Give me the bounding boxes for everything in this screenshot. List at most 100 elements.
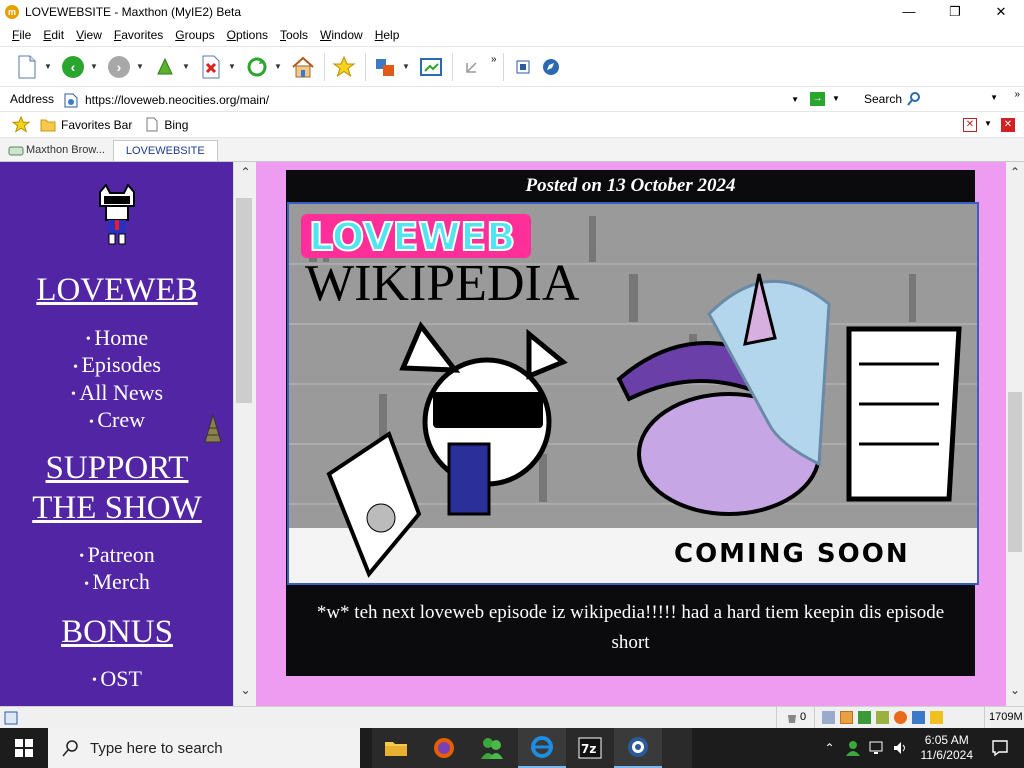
bing-favorite[interactable]: Bing — [146, 117, 188, 132]
screen-capture-icon[interactable] — [418, 54, 444, 80]
safari-compass-icon[interactable] — [538, 54, 564, 80]
page-scrollbar[interactable]: ⌃ ⌄ — [1006, 162, 1024, 706]
up-dropdown-icon[interactable]: ▼ — [180, 62, 192, 71]
taskbar-firefox[interactable] — [420, 728, 468, 768]
menu-view[interactable]: View — [70, 28, 108, 42]
nav-item-episodes[interactable]: Episodes — [0, 352, 234, 379]
page-scroll-up-icon[interactable]: ⌃ — [1006, 162, 1024, 182]
forward-icon[interactable]: › — [106, 54, 132, 80]
volume-icon[interactable] — [893, 741, 909, 755]
pin-arrow-icon[interactable] — [459, 54, 485, 80]
minimize-button[interactable]: — — [886, 0, 932, 23]
page-scroll-down-icon[interactable]: ⌄ — [1006, 680, 1024, 700]
search-field[interactable]: ▼ — [902, 90, 1000, 109]
new-page-dropdown-icon[interactable]: ▼ — [42, 62, 54, 71]
episode-banner-image[interactable]: LOVEWEB WIKIPEDIA COMING SOON — [287, 202, 979, 585]
refresh-dropdown-icon[interactable]: ▼ — [272, 62, 284, 71]
notification-center-icon[interactable] — [991, 739, 1009, 757]
system-tray: ⌃ 6:05 AM 11/6/2024 — [824, 728, 1024, 768]
popup-blocker-icon[interactable] — [840, 711, 853, 724]
url-text[interactable]: https://loveweb.neocities.org/main/ — [85, 93, 269, 107]
menu-bar: File Edit View Favorites Groups Options … — [0, 23, 1024, 47]
close-dropdown-icon[interactable]: ▼ — [984, 119, 992, 128]
support-heading-line1[interactable]: SUPPORT — [0, 448, 234, 488]
bonus-item-ost[interactable]: OST — [0, 666, 234, 693]
taskbar-internet-explorer[interactable] — [518, 728, 566, 768]
back-dropdown-icon[interactable]: ▼ — [88, 62, 100, 71]
taskbar-file-explorer[interactable] — [372, 728, 420, 768]
close-tab-icon[interactable]: ✕ — [1001, 118, 1015, 132]
post-date: Posted on 13 October 2024 — [525, 175, 736, 196]
refresh-icon[interactable] — [244, 54, 270, 80]
taskbar-maxthon[interactable] — [614, 728, 662, 768]
url-dropdown-icon[interactable]: ▼ — [791, 95, 799, 104]
network-icon[interactable] — [869, 741, 885, 755]
favorites-bar-folder[interactable]: Favorites Bar — [40, 118, 132, 132]
image-toggle-icon[interactable] — [876, 711, 889, 724]
stop-dropdown-icon[interactable]: ▼ — [226, 62, 238, 71]
proxy-icon[interactable] — [822, 711, 835, 724]
tray-people-icon[interactable] — [845, 740, 861, 756]
plugin-icon[interactable] — [894, 711, 907, 724]
nav-item-all-news[interactable]: All News — [0, 380, 234, 407]
nav-item-crew[interactable]: Crew — [0, 407, 234, 434]
menu-groups[interactable]: Groups — [169, 28, 220, 42]
toolbar-overflow[interactable]: » — [491, 54, 497, 65]
taskbar-msn-messenger[interactable] — [468, 728, 516, 768]
tab-lovewebsite[interactable]: LOVEWEBSITE — [112, 140, 218, 161]
page-scrollbar-thumb[interactable] — [1008, 392, 1022, 552]
tab-maxthon-browser[interactable]: Maxthon Brow... — [0, 140, 113, 161]
back-icon[interactable]: ‹ — [60, 54, 86, 80]
maximize-button[interactable]: ❐ — [932, 0, 978, 23]
support-item-merch[interactable]: Merch — [0, 569, 234, 596]
menu-file[interactable]: File — [6, 28, 37, 42]
menu-tools[interactable]: Tools — [274, 28, 314, 42]
taskbar-7zip[interactable]: 7z — [566, 728, 614, 768]
go-dropdown-icon[interactable]: ▼ — [832, 94, 840, 103]
scroll-down-arrow-icon[interactable]: ⌄ — [234, 680, 257, 700]
go-icon[interactable]: → — [810, 92, 825, 106]
menu-help[interactable]: Help — [369, 28, 406, 42]
url-field[interactable]: https://loveweb.neocities.org/main/ ▼ — [60, 89, 804, 110]
banner-coming-soon-text: COMING SOON — [674, 539, 910, 569]
menu-edit[interactable]: Edit — [37, 28, 70, 42]
translate-icon[interactable] — [372, 54, 398, 80]
tray-overflow-chevron-icon[interactable]: ⌃ — [824, 741, 834, 755]
start-button[interactable] — [0, 728, 48, 768]
favorites-star-icon[interactable] — [331, 54, 357, 80]
maxthon-app-icon[interactable]: m — [5, 4, 19, 19]
close-button[interactable]: ✕ — [978, 0, 1024, 23]
scroll-up-arrow-icon[interactable]: ⌃ — [234, 162, 257, 182]
sidebar-scrollbar[interactable]: ⌃ ⌄ — [233, 162, 256, 706]
new-page-icon[interactable] — [14, 54, 40, 80]
menu-window[interactable]: Window — [314, 28, 369, 42]
sidebar-site-title-link[interactable]: LOVEWEB — [0, 270, 234, 310]
download-icon[interactable] — [912, 711, 925, 724]
up-icon[interactable] — [152, 54, 178, 80]
clock[interactable]: 6:05 AM 11/6/2024 — [921, 733, 974, 763]
post-body-text: *w* teh next loveweb episode iz wikipedi… — [316, 602, 945, 653]
page-info-icon[interactable] — [510, 54, 536, 80]
search-dropdown-icon[interactable]: ▼ — [990, 93, 998, 102]
trash-icon[interactable] — [786, 712, 798, 724]
title-bar: m LOVEWEBSITE - Maxthon (MyIE2) Beta — ❐… — [0, 0, 1024, 23]
ad-hunter-icon[interactable] — [858, 711, 871, 724]
translate-dropdown-icon[interactable]: ▼ — [400, 62, 412, 71]
support-heading-line2[interactable]: THE SHOW — [0, 488, 234, 528]
menu-options[interactable]: Options — [221, 28, 274, 42]
lock-icon[interactable] — [930, 711, 943, 724]
7zip-icon: 7z — [578, 737, 602, 759]
favorites-star-icon[interactable] — [12, 115, 30, 134]
taskbar-search[interactable]: Type here to search — [48, 728, 360, 768]
bonus-heading[interactable]: BONUS — [0, 612, 234, 652]
close-all-tabs-icon[interactable]: ✕ — [963, 118, 977, 132]
forward-dropdown-icon[interactable]: ▼ — [134, 62, 146, 71]
windows-taskbar: Type here to search 7z ⌃ 6:05 AM 11/6/20… — [0, 728, 1024, 768]
support-item-patreon[interactable]: Patreon — [0, 542, 234, 569]
address-overflow[interactable]: » — [1014, 89, 1020, 100]
stop-icon[interactable] — [198, 54, 224, 80]
home-icon[interactable] — [290, 54, 316, 80]
menu-favorites[interactable]: Favorites — [108, 28, 169, 42]
nav-item-home[interactable]: Home — [0, 325, 234, 352]
scrollbar-thumb[interactable] — [236, 198, 252, 403]
